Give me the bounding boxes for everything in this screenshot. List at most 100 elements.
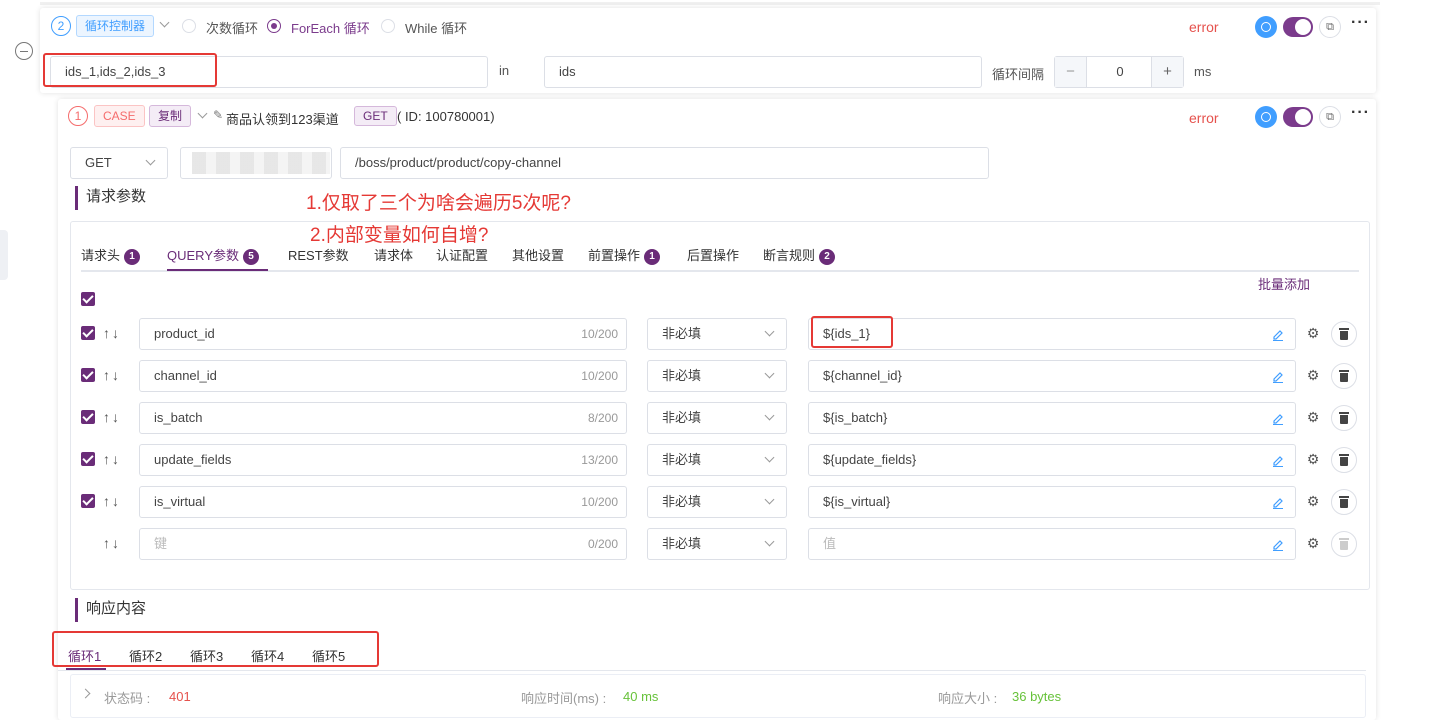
path-input[interactable]: /boss/product/product/copy-channel (340, 147, 989, 179)
loop-status: error (1189, 19, 1219, 35)
radio-while-loop[interactable] (381, 19, 395, 33)
radio-count-loop-label[interactable]: 次数循环 (206, 18, 258, 37)
param-value-edit-icon[interactable] (1271, 495, 1285, 509)
tab-auth[interactable]: 认证配置 (436, 245, 488, 264)
tab-active-indicator (167, 269, 268, 271)
param-settings-gear-icon[interactable]: ⚙ (1305, 535, 1321, 552)
param-required-text: 非必填 (662, 368, 702, 383)
loop-enable-toggle[interactable] (1283, 17, 1313, 37)
param-row-sort-arrows[interactable]: ↑↓ (103, 535, 121, 551)
tab-rest-params[interactable]: REST参数 (288, 245, 349, 264)
response-size-label: 响应大小 : (938, 691, 998, 706)
param-value-edit-icon[interactable] (1271, 411, 1285, 425)
bulk-add-link[interactable]: 批量添加 (1258, 274, 1310, 293)
loop-more-icon[interactable]: ··· (1351, 14, 1370, 32)
param-key-counter: 10/200 (581, 327, 618, 341)
param-key-input[interactable]: is_batch 8/200 (139, 402, 627, 434)
param-required-select[interactable]: 非必填 (647, 486, 787, 518)
interval-plus-button[interactable]: + (1151, 57, 1183, 87)
param-value-edit-icon[interactable] (1271, 327, 1285, 341)
param-settings-gear-icon[interactable]: ⚙ (1305, 493, 1321, 510)
param-delete-trash-icon[interactable] (1331, 447, 1357, 473)
param-row-sort-arrows[interactable]: ↑↓ (103, 493, 121, 509)
param-required-select[interactable]: 非必填 (647, 444, 787, 476)
param-row-checkbox[interactable] (81, 326, 95, 340)
param-required-select[interactable]: 非必填 (647, 402, 787, 434)
param-row-sort-arrows[interactable]: ↑↓ (103, 325, 121, 341)
param-value-edit-icon[interactable] (1271, 369, 1285, 383)
collapse-handle[interactable] (0, 230, 8, 280)
status-code-label: 状态码 : (104, 691, 151, 706)
copy-tag[interactable]: 复制 (149, 105, 192, 127)
param-required-select[interactable]: 非必填 (647, 528, 787, 560)
param-row-checkbox[interactable] (81, 410, 95, 424)
param-row-sort-arrows[interactable]: ↑↓ (103, 451, 121, 467)
method-select[interactable]: GET (70, 147, 168, 179)
tab-post-ops[interactable]: 后置操作 (687, 245, 739, 264)
param-delete-trash-icon[interactable] (1331, 405, 1357, 431)
param-required-select[interactable]: 非必填 (647, 360, 787, 392)
param-value-input[interactable]: ${channel_id} (808, 360, 1296, 392)
param-value-text: ${update_fields} (823, 452, 917, 467)
tab-other-settings[interactable]: 其他设置 (512, 245, 564, 264)
param-row-sort-arrows[interactable]: ↑↓ (103, 409, 121, 425)
param-delete-trash-icon[interactable] (1331, 489, 1357, 515)
interval-value[interactable]: 0 (1087, 57, 1153, 87)
select-all-checkbox[interactable] (81, 292, 95, 306)
param-key-counter: 13/200 (581, 453, 618, 467)
param-settings-gear-icon[interactable]: ⚙ (1305, 325, 1321, 342)
loop-run-icon[interactable] (1255, 16, 1277, 38)
radio-count-loop[interactable] (182, 19, 196, 33)
radio-foreach-loop-label[interactable]: ForEach 循环 (291, 18, 370, 37)
param-key-input[interactable]: channel_id 10/200 (139, 360, 627, 392)
radio-while-loop-label[interactable]: While 循环 (405, 18, 467, 37)
param-value-edit-icon[interactable] (1271, 537, 1285, 551)
interval-minus-button[interactable]: − (1055, 57, 1087, 87)
param-row-checkbox[interactable] (81, 494, 95, 508)
param-key-input[interactable]: update_fields 13/200 (139, 444, 627, 476)
annotation-box-loop-tabs (52, 631, 379, 667)
loop-copy-icon[interactable]: ⧉ (1319, 16, 1341, 38)
case-run-icon[interactable] (1255, 106, 1277, 128)
param-value-input[interactable]: ${update_fields} (808, 444, 1296, 476)
param-value-input[interactable]: ${is_virtual} (808, 486, 1296, 518)
collapse-minus-icon[interactable] (15, 42, 33, 60)
param-key-input[interactable]: product_id 10/200 (139, 318, 627, 350)
case-name[interactable]: 商品认领到123渠道 (226, 109, 339, 128)
tabs-divider (81, 270, 1359, 272)
param-key-text: update_fields (154, 452, 232, 467)
param-delete-trash-icon[interactable] (1331, 321, 1357, 347)
param-settings-gear-icon[interactable]: ⚙ (1305, 409, 1321, 426)
param-settings-gear-icon[interactable]: ⚙ (1305, 451, 1321, 468)
response-summary[interactable] (70, 674, 1366, 718)
case-copy-icon[interactable]: ⧉ (1319, 106, 1341, 128)
param-row-checkbox[interactable] (81, 368, 95, 382)
param-delete-trash-icon[interactable] (1331, 363, 1357, 389)
tab-request-body[interactable]: 请求体 (374, 245, 413, 264)
iteration-variable-input[interactable]: ids (544, 56, 982, 88)
param-value-text: ${channel_id} (823, 368, 902, 383)
case-edit-icon[interactable]: ✎ (213, 108, 223, 122)
status-code-value: 401 (169, 689, 191, 704)
param-key-input[interactable]: 键 0/200 (139, 528, 627, 560)
param-key-text: is_batch (154, 410, 203, 425)
loop-controller-tag: 循环控制器 (76, 15, 155, 37)
param-row-checkbox[interactable] (81, 452, 95, 466)
param-key-input[interactable]: is_virtual 10/200 (139, 486, 627, 518)
radio-foreach-loop[interactable] (267, 19, 281, 33)
param-value-input[interactable]: ${is_batch} (808, 402, 1296, 434)
param-required-select[interactable]: 非必填 (647, 318, 787, 350)
param-delete-trash-icon[interactable] (1331, 531, 1357, 557)
param-value-edit-icon[interactable] (1271, 453, 1285, 467)
case-enable-toggle[interactable] (1283, 107, 1313, 127)
param-row-sort-arrows[interactable]: ↑↓ (103, 367, 121, 383)
tab-pre-ops[interactable]: 前置操作 1 (588, 245, 661, 265)
tab-assertions[interactable]: 断言规则 2 (763, 245, 836, 265)
param-value-input[interactable]: 值 (808, 528, 1296, 560)
request-params-title: 请求参数 (75, 186, 146, 210)
param-required-text: 非必填 (662, 536, 702, 551)
param-settings-gear-icon[interactable]: ⚙ (1305, 367, 1321, 384)
tab-headers[interactable]: 请求头 1 (81, 245, 141, 265)
case-more-icon[interactable]: ··· (1351, 104, 1370, 122)
tab-query-params[interactable]: QUERY参数 5 (167, 245, 259, 265)
